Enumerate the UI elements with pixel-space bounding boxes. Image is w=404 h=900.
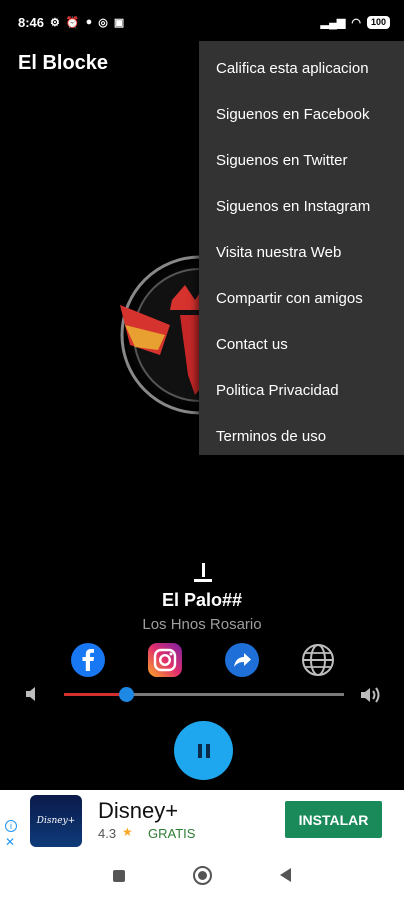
pause-icon [197, 743, 210, 758]
wifi-icon: ◠ [351, 16, 361, 29]
menu-item-facebook[interactable]: Siguenos en Facebook [199, 91, 404, 137]
menu-item-terms[interactable]: Terminos de uso [199, 413, 404, 459]
slider-fill [64, 693, 126, 696]
recents-icon[interactable] [113, 870, 125, 882]
status-right: ▂▄▆ ◠ 100 [320, 15, 390, 29]
share-icon[interactable] [225, 643, 259, 677]
ad-rating: 4.3 [98, 826, 117, 841]
volume-high-icon[interactable] [358, 684, 384, 706]
facebook-icon[interactable] [71, 643, 105, 677]
volume-low-icon[interactable] [22, 684, 42, 704]
status-bar: 8:46 ⚙ ⏰ ● ◎ ▣ ▂▄▆ ◠ 100 [0, 0, 404, 44]
alarm-icon: ⏰ [65, 16, 80, 29]
settings-icon: ⚙ [50, 16, 60, 29]
menu-item-contact[interactable]: Contact us [199, 321, 404, 367]
signal-icon: ▂▄▆ [320, 16, 346, 29]
status-left: 8:46 ⚙ ⏰ ● ◎ ▣ [18, 15, 124, 30]
u-icon: ▣ [113, 16, 125, 29]
overflow-menu: Califica esta aplicacion Siguenos en Fac… [199, 41, 404, 455]
menu-item-instagram[interactable]: Siguenos en Instagram [199, 183, 404, 229]
ad-info-icon[interactable]: i [5, 820, 17, 832]
install-button[interactable]: INSTALAR [285, 801, 382, 838]
instagram-icon[interactable] [148, 643, 182, 677]
track-artist: Los Hnos Rosario [142, 616, 262, 633]
status-time: 8:46 [18, 14, 45, 30]
volume-slider[interactable] [64, 687, 344, 702]
whatsapp-icon: ◎ [98, 16, 108, 29]
pause-button[interactable] [174, 721, 233, 780]
back-icon[interactable] [280, 868, 291, 882]
menu-item-rate[interactable]: Califica esta aplicacion [199, 45, 404, 91]
app-title: El Blocke [18, 52, 109, 74]
app-icon: ● [85, 16, 93, 28]
now-playing-icon [194, 563, 212, 582]
menu-item-share[interactable]: Compartir con amigos [199, 275, 404, 321]
ad-logo-text: Disney+ [36, 816, 76, 826]
home-icon[interactable] [193, 866, 212, 885]
ad-app-logo[interactable]: Disney+ [30, 795, 82, 847]
battery-icon: 100 [366, 15, 390, 29]
slider-thumb[interactable] [118, 687, 134, 702]
menu-item-twitter[interactable]: Siguenos en Twitter [199, 137, 404, 183]
ad-app-name[interactable]: Disney+ [98, 798, 178, 824]
menu-item-privacy[interactable]: Politica Privacidad [199, 367, 404, 413]
ad-close-icon[interactable]: ✕ [5, 836, 15, 848]
globe-icon[interactable] [301, 643, 335, 677]
menu-item-website[interactable]: Visita nuestra Web [199, 229, 404, 275]
track-title: El Palo## [161, 590, 243, 610]
ad-price: GRATIS [148, 826, 196, 841]
star-icon: ★ [122, 825, 133, 839]
